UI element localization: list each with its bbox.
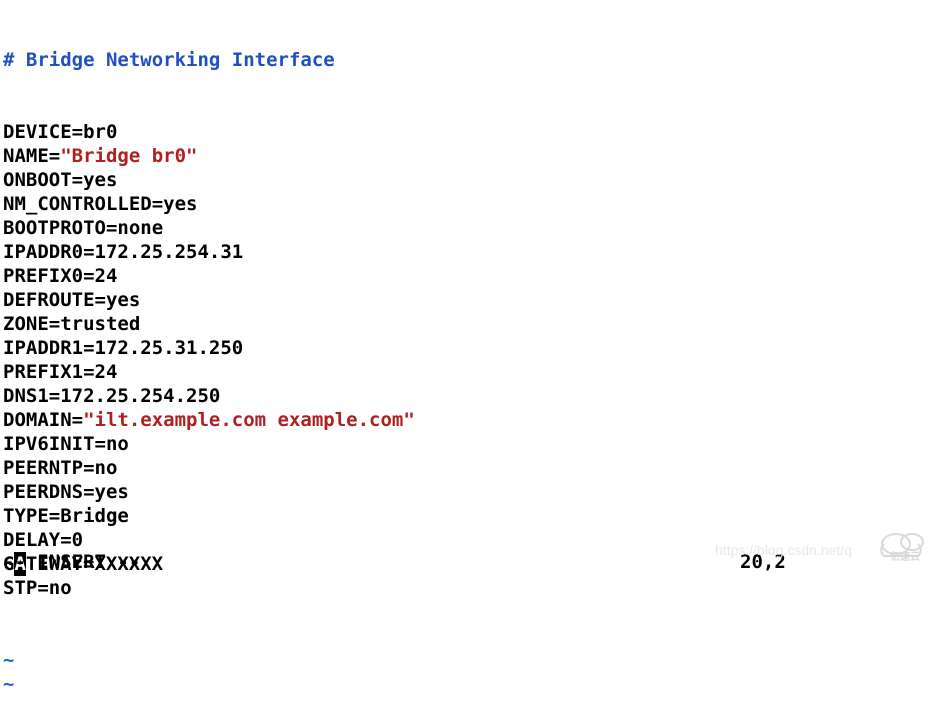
vim-empty-line: ~	[3, 672, 949, 696]
config-line: DOMAIN="ilt.example.com example.com"	[3, 408, 949, 432]
config-line: IPADDR0=172.25.254.31	[3, 240, 949, 264]
config-line: DELAY=0	[3, 528, 949, 552]
config-line: TYPE=Bridge	[3, 504, 949, 528]
config-line: PREFIX1=24	[3, 360, 949, 384]
config-line: DNS1=172.25.254.250	[3, 384, 949, 408]
vim-cursor-position: 20,2	[740, 550, 786, 574]
config-line: IPV6INIT=no	[3, 432, 949, 456]
config-line: NAME="Bridge br0"	[3, 144, 949, 168]
config-line: PEERDNS=yes	[3, 480, 949, 504]
vim-status-bar: -- INSERT -- 20,2	[0, 550, 952, 574]
config-line: STP=no	[3, 576, 949, 600]
string-value: "Bridge br0"	[60, 145, 197, 167]
vim-mode: -- INSERT --	[3, 550, 140, 574]
config-line: DEFROUTE=yes	[3, 288, 949, 312]
config-line: DEVICE=br0	[3, 120, 949, 144]
vim-empty-line: ~	[3, 648, 949, 672]
comment-line: # Bridge Networking Interface	[3, 48, 949, 72]
config-line: NM_CONTROLLED=yes	[3, 192, 949, 216]
config-line: ZONE=trusted	[3, 312, 949, 336]
config-line: ONBOOT=yes	[3, 168, 949, 192]
config-line: PREFIX0=24	[3, 264, 949, 288]
config-line: BOOTPROTO=none	[3, 216, 949, 240]
vim-editor[interactable]: # Bridge Networking Interface DEVICE=br0…	[0, 0, 952, 720]
string-value: "ilt.example.com example.com"	[83, 409, 415, 431]
config-line: PEERNTP=no	[3, 456, 949, 480]
config-line: IPADDR1=172.25.31.250	[3, 336, 949, 360]
